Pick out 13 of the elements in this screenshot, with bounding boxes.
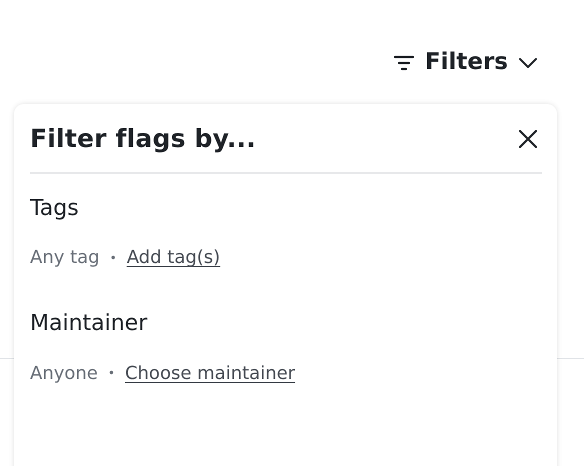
close-icon [518,129,538,149]
separator-dot: • [108,365,115,382]
separator-dot: • [110,250,117,267]
popover-title: Filter flags by... [30,124,256,154]
filter-link[interactable]: Choose maintainer [124,360,296,387]
filter-icon [392,54,415,71]
filter-link[interactable]: Add tag(s) [126,244,220,272]
filters-button[interactable]: Filters [390,47,540,79]
filter-value: Any tag [30,246,100,270]
section-heading: Tags [30,196,80,222]
chevron-down-icon [518,56,538,69]
filter-value: Anyone [30,362,98,386]
section-heading: Maintainer [30,311,148,338]
